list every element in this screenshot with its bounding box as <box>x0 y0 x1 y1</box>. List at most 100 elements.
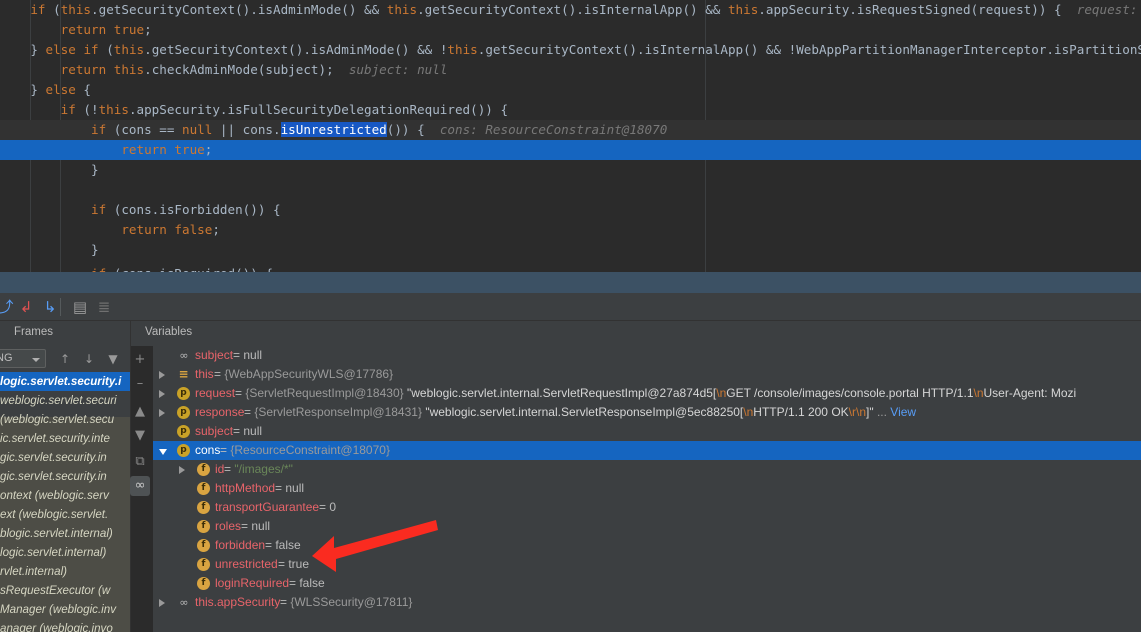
frame-list-item[interactable]: ic.servlet.security.inte <box>0 429 130 448</box>
expand-arrow-right-icon[interactable] <box>159 409 165 417</box>
code-line[interactable]: } else { <box>0 80 1141 100</box>
move-watch-down-icon[interactable]: ▼ <box>130 426 150 446</box>
statics-icon: ∞ <box>179 349 188 362</box>
frame-list-item[interactable]: sRequestExecutor (w <box>0 581 130 600</box>
field-icon: f <box>197 463 210 476</box>
toolbar-separator <box>60 298 61 316</box>
variable-row[interactable]: f loginRequired = false <box>153 574 1141 593</box>
variable-row[interactable]: f roles = null <box>153 517 1141 536</box>
frame-list-item-label: weblogic.servlet.securi <box>0 394 117 407</box>
move-down-icon[interactable]: ↓ <box>80 350 98 368</box>
frame-list-item[interactable]: gic.servlet.security.in <box>0 448 130 467</box>
code-line[interactable]: return true; <box>0 140 1141 160</box>
frame-list-item[interactable]: ontext (weblogic.serv <box>0 486 130 505</box>
frame-list-item[interactable]: Manager (weblogic.inv <box>0 600 130 619</box>
variables-mini-toolbar: + – ▲ ▼ ⧉ ∞ <box>127 346 153 632</box>
variable-name: subject <box>195 424 234 438</box>
move-up-icon[interactable]: ↑ <box>56 350 74 368</box>
variable-row[interactable]: f httpMethod = null <box>153 479 1141 498</box>
code-line[interactable]: return false; <box>0 220 1141 240</box>
code-line[interactable]: return this.checkAdminMode(subject); sub… <box>0 60 1141 80</box>
code-line[interactable]: if (cons.isRequired()) { <box>0 264 1141 272</box>
variable-name: transportGuarantee <box>215 500 320 514</box>
code-line-text: } <box>0 242 99 257</box>
variable-row[interactable]: ∞ this.appSecurity = {WLSSecurity@17811} <box>153 593 1141 612</box>
variable-name: this.appSecurity <box>195 595 281 609</box>
code-line-text: if (this.getSecurityContext().isAdminMod… <box>30 2 1138 17</box>
expand-arrow-down-icon[interactable] <box>159 449 167 455</box>
thread-selector[interactable]: ING <box>0 349 46 368</box>
force-step-into-icon[interactable]: ↲ <box>16 297 36 317</box>
frame-list-item[interactable]: logic.servlet.internal) <box>0 543 130 562</box>
variable-row[interactable]: p response = {ServletResponseImpl@18431} … <box>153 403 1141 422</box>
code-line[interactable]: if (cons.isForbidden()) { <box>0 200 1141 220</box>
frame-list-item[interactable]: gic.servlet.security.in <box>0 467 130 486</box>
variable-name: forbidden <box>215 538 266 552</box>
add-watch-icon[interactable]: + <box>130 350 150 370</box>
variable-row[interactable]: f transportGuarantee = 0 <box>153 498 1141 517</box>
move-watch-up-icon[interactable]: ▲ <box>130 402 150 422</box>
variable-row[interactable]: p request = {ServletRequestImpl@18430} "w… <box>153 384 1141 403</box>
frame-list-item[interactable]: rvlet.internal) <box>0 562 130 581</box>
show-statics-icon[interactable]: ∞ <box>130 476 150 496</box>
frame-list-item[interactable]: blogic.servlet.internal) <box>0 524 130 543</box>
show-execution-point-icon[interactable]: ≣ <box>94 297 114 317</box>
code-line[interactable] <box>0 180 1141 200</box>
remove-watch-icon[interactable]: – <box>130 374 150 394</box>
evaluate-expression-icon[interactable]: ▤ <box>70 297 90 317</box>
field-icon: f <box>197 520 210 533</box>
code-line[interactable]: return true; <box>0 20 1141 40</box>
ide-debugger-screen: if (this.getSecurityContext().isAdminMod… <box>0 0 1141 632</box>
frames-panel-header[interactable]: Frames <box>0 321 131 346</box>
variable-value: = null <box>233 348 263 362</box>
code-line-text: if (!this.appSecurity.isFullSecurityDele… <box>60 102 509 117</box>
variable-name: subject <box>195 348 234 362</box>
variable-row[interactable]: ≡ this = {WebAppSecurityWLS@17786} <box>153 365 1141 384</box>
expand-arrow-right-icon[interactable] <box>159 390 165 398</box>
variable-value: = null <box>241 519 271 533</box>
frames-panel[interactable]: ING ↑ ↓ ▼ logic.servlet.security.i weblogic… <box>0 346 131 632</box>
step-out-icon[interactable]: ⤴ <box>0 297 16 317</box>
debugger-toolbar: ⤴ ↲ ↳ ▤ ≣ <box>0 293 1141 321</box>
variable-row[interactable]: p cons = {ResourceConstraint@18070} <box>153 441 1141 460</box>
code-editor[interactable]: if (this.getSecurityContext().isAdminMod… <box>0 0 1141 272</box>
frames-controls: ING ↑ ↓ ▼ <box>0 346 130 372</box>
variable-row[interactable]: p subject = null <box>153 422 1141 441</box>
frame-list-item[interactable]: anager (weblogic.invo <box>0 619 130 632</box>
variables-panel-header[interactable]: Variables <box>131 321 1141 346</box>
variable-value: = 0 <box>319 500 337 514</box>
frame-list-item[interactable]: logic.servlet.security.i <box>0 372 130 391</box>
frame-list-item-label: ext (weblogic.servlet. <box>0 508 109 521</box>
frame-list-item[interactable]: (weblogic.servlet.secu <box>0 410 130 429</box>
variables-panel-title: Variables <box>145 326 193 338</box>
variable-row[interactable]: f id = "/images/*" <box>153 460 1141 479</box>
run-to-cursor-icon[interactable]: ↳ <box>40 297 60 317</box>
variable-value: = {ServletRequestImpl@18430} "weblogic.s… <box>235 386 1077 400</box>
variable-value: = {WebAppSecurityWLS@17786} <box>214 367 394 381</box>
code-line[interactable]: } <box>0 240 1141 260</box>
frame-list-item[interactable]: weblogic.servlet.securi <box>0 391 130 410</box>
expand-arrow-right-icon[interactable] <box>159 371 165 379</box>
variable-value: = false <box>265 538 301 552</box>
code-line-text: if (cons.isForbidden()) { <box>91 202 281 217</box>
code-line-text: } <box>0 162 99 177</box>
copy-value-icon[interactable]: ⧉ <box>130 452 150 472</box>
variable-name: id <box>215 462 225 476</box>
editor-debugger-divider[interactable] <box>0 272 1141 293</box>
frame-list-item[interactable]: ext (weblogic.servlet. <box>0 505 130 524</box>
expand-arrow-right-icon[interactable] <box>179 466 185 474</box>
expand-arrow-right-icon[interactable] <box>159 599 165 607</box>
code-line[interactable]: if (!this.appSecurity.isFullSecurityDele… <box>0 100 1141 120</box>
code-line[interactable]: } <box>0 160 1141 180</box>
frames-list[interactable]: logic.servlet.security.i weblogic.servlet… <box>0 372 130 632</box>
code-line[interactable]: } else if (this.getSecurityContext().isA… <box>0 40 1141 60</box>
variable-row[interactable]: f forbidden = false <box>153 536 1141 555</box>
code-line[interactable]: if (cons == null || cons.isUnrestricted(… <box>0 120 1141 140</box>
variables-panel[interactable]: ∞ subject = null ≡ this = {WebAppSecurityWL… <box>153 346 1141 632</box>
variable-row[interactable]: ∞ subject = null <box>153 346 1141 365</box>
variable-row[interactable]: f unrestricted = true <box>153 555 1141 574</box>
filter-icon[interactable]: ▼ <box>104 350 122 368</box>
frame-list-item-label: (weblogic.servlet.secu <box>0 413 115 426</box>
code-line-text: return true; <box>121 142 213 157</box>
code-line[interactable]: if (this.getSecurityContext().isAdminMod… <box>0 0 1141 20</box>
